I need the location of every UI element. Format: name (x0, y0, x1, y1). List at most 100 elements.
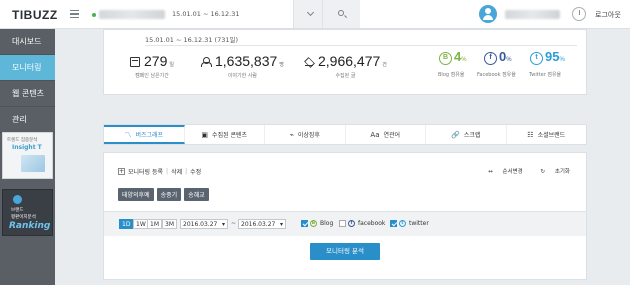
tab-buzz-graph[interactable]: 〽 버즈그래프 (104, 125, 185, 144)
period-1d-button[interactable]: 1D (119, 219, 134, 229)
stat-value: 1,635,837 (215, 53, 278, 69)
tab-anomaly[interactable]: ⌁ 이상징후 (265, 125, 346, 144)
keyword-chip[interactable]: 송혜교 (184, 188, 209, 201)
stats-period: 15.01.01 ~ 16.12.31 (731일) (145, 36, 238, 44)
blog-icon: B (439, 52, 452, 65)
text-icon: Aa (370, 130, 380, 139)
banner-image (21, 155, 45, 172)
facebook-icon: f (484, 52, 497, 65)
menu-icon[interactable] (70, 10, 79, 18)
tab-label: 이상징후 (297, 132, 320, 139)
keyword-chip[interactable]: 태양의후예 (118, 188, 154, 201)
avatar[interactable] (479, 5, 497, 23)
app-logo[interactable]: TIBUZZ (12, 8, 58, 22)
twitter-label: twitter (409, 220, 429, 227)
plus-icon[interactable]: + (118, 168, 125, 175)
tab-label: 소셜브랜드 (537, 132, 566, 139)
divider (145, 45, 577, 46)
tab-collected-content[interactable]: ▣ 수집된 콘텐츠 (185, 125, 265, 144)
tab-social-brand[interactable]: ☷ 소셜브랜드 (507, 125, 587, 144)
link-icon: 🔗 (451, 130, 460, 139)
reset-link[interactable]: ↻ 초기화 (532, 169, 570, 175)
share-unit: % (506, 57, 512, 63)
blog-share-label: Blog 점유율 (438, 72, 465, 78)
ranking-banner[interactable]: 브랜드 평판이지분석 Ranking (2, 189, 53, 236)
facebook-checkbox[interactable] (339, 220, 346, 227)
campaign-name-blurred[interactable] (99, 10, 165, 19)
reset-label: 초기화 (554, 169, 570, 175)
stat-collected: 2,966,477 건 수집된 글 (304, 53, 387, 79)
edit-link[interactable]: 수정 (190, 167, 201, 176)
brand-icon (13, 195, 22, 204)
refresh-icon: ↻ (540, 169, 546, 175)
date-from-select[interactable]: 2016.03.27 (180, 219, 228, 229)
search-icon (338, 10, 344, 16)
date-range-separator: ~ (231, 220, 237, 227)
content-icon: ▣ (201, 130, 209, 139)
tab-label: 버즈그래프 (135, 132, 164, 139)
twitter-checkbox[interactable] (390, 220, 397, 227)
calendar-icon (130, 57, 140, 67)
banner-caption: 트렌드 집중분석 (7, 138, 38, 143)
reorder-label: 순서변경 (502, 169, 523, 175)
blog-label: Blog (320, 220, 334, 227)
search-button[interactable] (322, 0, 360, 28)
twitter-icon: t (399, 220, 406, 227)
stat-unit: 일 (169, 62, 174, 68)
line-chart-icon: 〽 (124, 130, 132, 139)
facebook-share-label: Facebook 점유율 (477, 72, 516, 78)
reorder-link[interactable]: ↔ 순서변경 (480, 169, 523, 175)
stat-label: 캠페인 남은기간 (135, 73, 169, 79)
keyword-list: 태양의후예 송중기 송혜교 (118, 188, 209, 201)
analyze-button[interactable]: 모니터링 분석 (310, 243, 380, 260)
stat-value: 279 (144, 53, 168, 69)
insight-t-banner[interactable]: 트렌드 집중분석 Insight T (2, 132, 53, 179)
stats-card: 15.01.01 ~ 16.12.31 (731일) 279 일 캠페인 남은기… (103, 29, 587, 95)
facebook-share: 0% (499, 49, 512, 64)
tab-related-words[interactable]: Aa 연관어 (346, 125, 426, 144)
layers-icon (304, 57, 314, 67)
status-dot-icon (92, 13, 96, 17)
logout-link[interactable]: 로그아웃 (595, 10, 621, 20)
stat-label: 이야기한 사람 (227, 73, 258, 79)
swap-icon: ↔ (488, 169, 493, 175)
sidebar-item-web-content[interactable]: 웹 콘텐츠 (0, 81, 55, 107)
stat-people: 1,635,837 명 이야기한 사람 (201, 53, 284, 79)
banner-caption: 브랜드 (11, 208, 24, 213)
header-period: 15.01.01 ~ 16.12.31 (172, 10, 240, 18)
power-icon[interactable] (572, 7, 586, 21)
register-row: + 모니터링 등록 | 삭제 | 수정 (118, 167, 201, 176)
sidebar-item-dashboard[interactable]: 대시보드 (0, 29, 55, 55)
separator: | (185, 168, 188, 175)
sidebar-item-monitoring[interactable]: 모니터링 (0, 55, 55, 81)
keyword-chip[interactable]: 송중기 (156, 188, 182, 201)
register-monitoring-link[interactable]: 모니터링 등록 (128, 167, 163, 176)
blog-icon: B (310, 220, 317, 227)
filter-bar: 1D 1W 1M 3M 2016.03.27 ~ 2016.03.27 B Bl… (104, 212, 586, 236)
top-bar: TIBUZZ 15.01.01 ~ 16.12.31 로그아웃 (0, 0, 630, 29)
banner-title: Insight T (12, 144, 42, 151)
stat-campaign-days: 279 일 캠페인 남은기간 (130, 53, 174, 79)
share-unit: % (461, 57, 467, 63)
banner-caption: 평판이지분석 (11, 215, 36, 220)
chevron-down-icon (306, 8, 315, 17)
stat-unit: 건 (382, 62, 387, 68)
share-value: 95 (545, 49, 560, 64)
panel-actions: ↔ 순서변경 ↻ 초기화 (472, 167, 570, 175)
pulse-icon: ⌁ (289, 130, 294, 139)
tab-scrap[interactable]: 🔗 스크랩 (426, 125, 507, 144)
tab-label: 스크랩 (463, 132, 481, 139)
share-unit: % (559, 57, 565, 63)
blog-checkbox[interactable] (301, 220, 308, 227)
tab-label: 연관어 (383, 132, 401, 139)
list-icon: ☷ (527, 130, 534, 139)
sidebar-item-manage[interactable]: 관리 (0, 107, 55, 133)
date-to-select[interactable]: 2016.03.27 (238, 219, 286, 229)
period-1m-button[interactable]: 1M (147, 219, 162, 229)
user-name-blurred[interactable] (505, 10, 560, 19)
monitoring-panel: + 모니터링 등록 | 삭제 | 수정 ↔ 순서변경 ↻ 초기화 태양의후예 송… (103, 152, 587, 280)
people-icon (201, 57, 212, 67)
delete-link[interactable]: 삭제 (171, 167, 182, 176)
facebook-label: facebook (358, 220, 386, 227)
period-3m-button[interactable]: 3M (162, 219, 177, 229)
